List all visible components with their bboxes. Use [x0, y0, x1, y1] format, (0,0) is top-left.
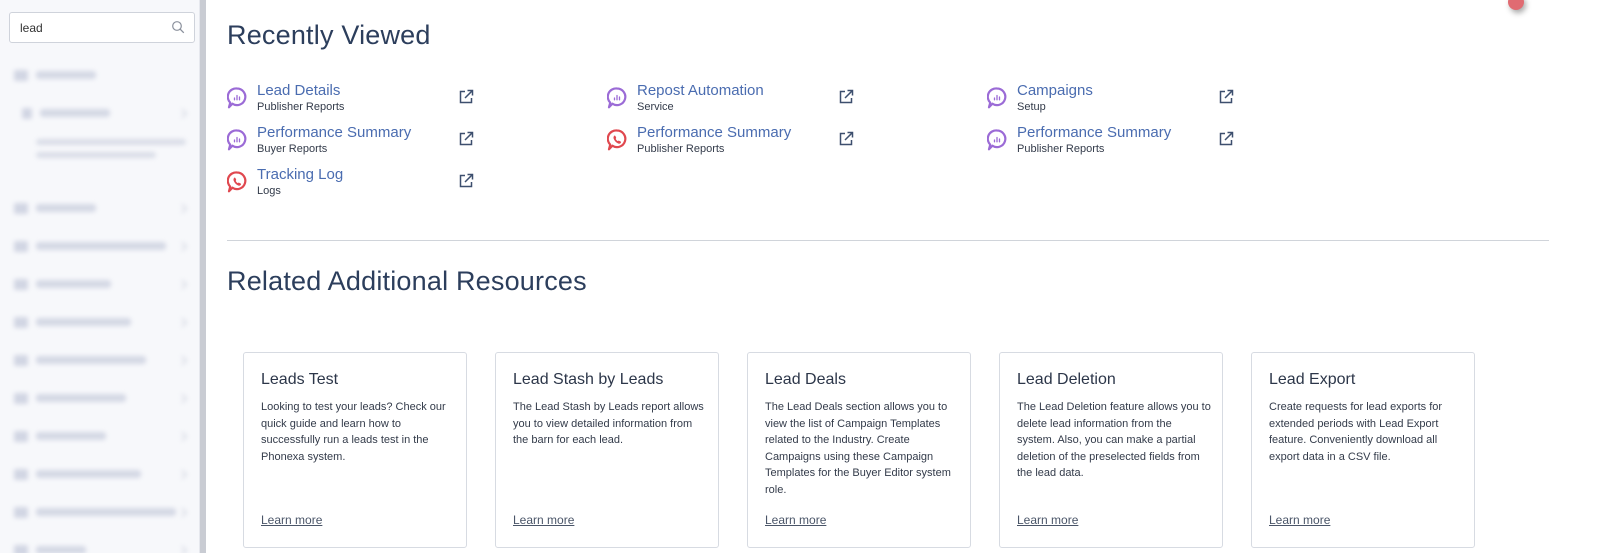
recently-viewed-category: Service	[637, 101, 674, 113]
search-input[interactable]	[20, 13, 170, 42]
sidebar-search[interactable]	[9, 12, 195, 43]
resource-card-title: Lead Stash by Leads	[513, 371, 664, 388]
external-link-icon[interactable]	[457, 130, 475, 148]
recently-viewed-category: Publisher Reports	[257, 101, 345, 113]
external-link-icon[interactable]	[1217, 88, 1235, 106]
recently-viewed-category: Publisher Reports	[637, 143, 725, 155]
external-link-icon[interactable]	[837, 88, 855, 106]
recently-viewed-item[interactable]: Performance Summary Publisher Reports	[607, 124, 857, 160]
learn-more-link[interactable]: Learn more	[261, 513, 322, 527]
recently-viewed-category: Setup	[1017, 101, 1046, 113]
red-phone-icon	[607, 129, 627, 151]
recently-viewed-link[interactable]: Performance Summary	[637, 124, 791, 141]
external-link-icon[interactable]	[837, 130, 855, 148]
sidebar	[0, 0, 200, 553]
learn-more-link[interactable]: Learn more	[1269, 513, 1330, 527]
learn-more-link[interactable]: Learn more	[765, 513, 826, 527]
recently-viewed-link[interactable]: Performance Summary	[1017, 124, 1171, 141]
recently-viewed-item[interactable]: Performance Summary Publisher Reports	[987, 124, 1237, 160]
resource-card: Lead Stash by Leads The Lead Stash by Lea…	[495, 352, 719, 548]
recently-viewed-title: Recently Viewed	[227, 20, 431, 50]
resource-card-description: The Lead Deals section allows you to vie…	[765, 401, 951, 496]
recently-viewed-category: Publisher Reports	[1017, 143, 1105, 155]
recently-viewed-item[interactable]: Lead Details Publisher Reports	[227, 82, 477, 118]
related-resources-title: Related Additional Resources	[227, 266, 587, 296]
red-phone-icon	[227, 171, 247, 193]
app-root: Recently Viewed Lead Details Publisher Re…	[0, 0, 1600, 553]
resource-card: Lead Deletion The Lead Deletion feature a…	[999, 352, 1223, 548]
external-link-icon[interactable]	[457, 88, 475, 106]
resource-card-description: The Lead Deletion feature allows you to …	[1017, 401, 1211, 479]
main-content: Recently Viewed Lead Details Publisher Re…	[206, 0, 1600, 553]
resource-card-description: Create requests for lead exports for ext…	[1269, 401, 1443, 463]
resource-card-title: Lead Deals	[765, 371, 846, 388]
purple-chat-icon	[987, 129, 1007, 151]
resource-card-title: Leads Test	[261, 371, 339, 388]
recently-viewed-category: Buyer Reports	[257, 143, 328, 155]
notification-dot[interactable]	[1508, 0, 1524, 10]
resource-card: Lead Export Create requests for lead expo…	[1251, 352, 1475, 548]
purple-chat-icon	[607, 87, 627, 109]
resource-card: Leads Test Looking to test your leads? Ch…	[243, 352, 467, 548]
learn-more-link[interactable]: Learn more	[1017, 513, 1078, 527]
resource-card-description: The Lead Stash by Leads report allows yo…	[513, 401, 704, 446]
recently-viewed-item[interactable]: Performance Summary Buyer Reports	[227, 124, 477, 160]
recently-viewed-link[interactable]: Performance Summary	[257, 124, 411, 141]
recently-viewed-item[interactable]: Repost Automation Service	[607, 82, 857, 118]
sidebar-menu-blurred	[14, 56, 196, 553]
external-link-icon[interactable]	[457, 172, 475, 190]
purple-chat-icon	[227, 87, 247, 109]
purple-chat-icon	[987, 87, 1007, 109]
recently-viewed-link[interactable]: Repost Automation	[637, 82, 764, 99]
resource-card-title: Lead Deletion	[1017, 371, 1116, 388]
recently-viewed-category: Logs	[257, 185, 281, 197]
learn-more-link[interactable]: Learn more	[513, 513, 574, 527]
search-icon[interactable]	[171, 20, 185, 34]
resource-card-title: Lead Export	[1269, 371, 1356, 388]
external-link-icon[interactable]	[1217, 130, 1235, 148]
recently-viewed-link[interactable]: Lead Details	[257, 82, 340, 99]
recently-viewed-link[interactable]: Campaigns	[1017, 82, 1093, 99]
recently-viewed-item[interactable]: Tracking Log Logs	[227, 166, 477, 202]
recently-viewed-link[interactable]: Tracking Log	[257, 166, 343, 183]
resource-card-description: Looking to test your leads? Check our qu…	[261, 401, 446, 463]
purple-chat-icon	[227, 129, 247, 151]
section-divider	[227, 240, 1549, 241]
resource-card: Lead Deals The Lead Deals section allows …	[747, 352, 971, 548]
recently-viewed-item[interactable]: Campaigns Setup	[987, 82, 1237, 118]
